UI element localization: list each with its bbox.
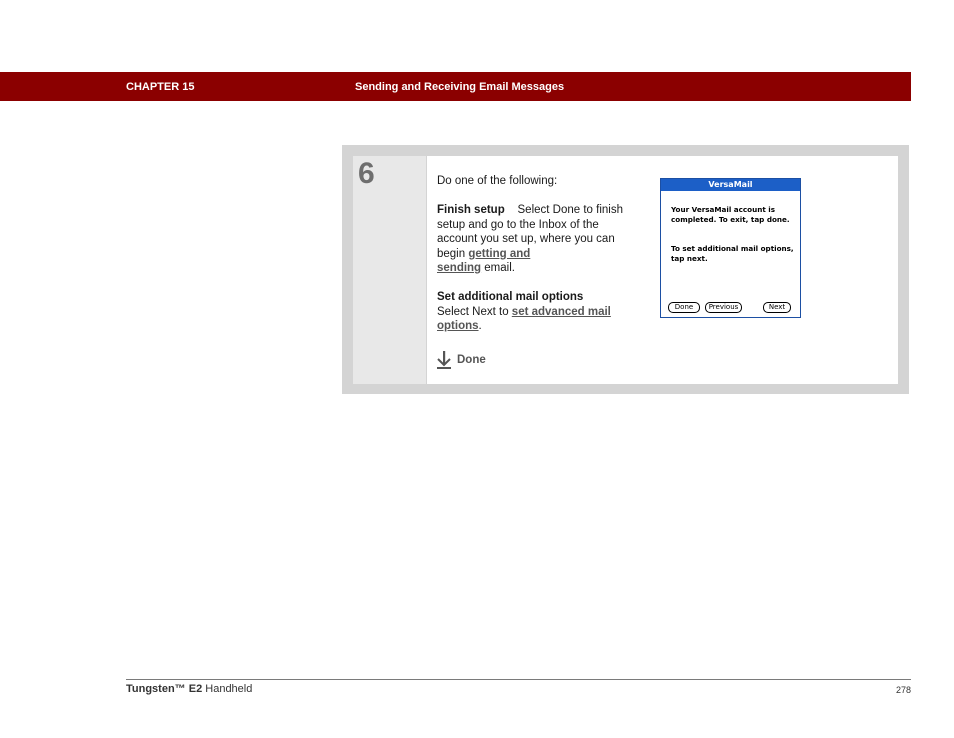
- step-number: 6: [358, 157, 375, 190]
- versamail-title: VersaMail: [661, 179, 800, 191]
- chapter-label: CHAPTER 15: [126, 81, 195, 93]
- palm-next-button: Next: [763, 302, 791, 313]
- versamail-message-complete: Your VersaMail account is completed. To …: [671, 205, 790, 224]
- option-additional-options-label: Set additional mail options: [437, 291, 584, 303]
- down-arrow-icon: [437, 351, 451, 369]
- chapter-title: Sending and Receiving Email Messages: [355, 81, 565, 93]
- versamail-screenshot: VersaMail Your VersaMail account is comp…: [660, 178, 801, 318]
- option-finish-setup-label: Finish setup: [437, 204, 505, 216]
- done-label: Done: [457, 354, 486, 366]
- page-number: 278: [895, 685, 911, 695]
- option-additional-options: Set additional mail options Select Next …: [437, 291, 611, 332]
- versamail-message-options: To set additional mail options, tap next…: [671, 244, 794, 263]
- step-text: Do one of the following: Finish setup Se…: [437, 174, 637, 348]
- footer-rule: [126, 679, 911, 680]
- footer-product-suffix: Handheld: [202, 683, 253, 695]
- step-intro: Do one of the following:: [437, 175, 558, 187]
- option-finish-setup: Finish setup Select Done to finish setup…: [437, 204, 623, 274]
- option-additional-options-text: Select Next to: [437, 305, 512, 318]
- footer-product-brand: Tungsten™ E2: [126, 683, 203, 695]
- done-marker: Done: [437, 351, 486, 369]
- palm-done-button: Done: [668, 302, 700, 313]
- palm-previous-button: Previous: [705, 302, 742, 313]
- footer-product: Tungsten™ E2 Handheld: [126, 683, 252, 695]
